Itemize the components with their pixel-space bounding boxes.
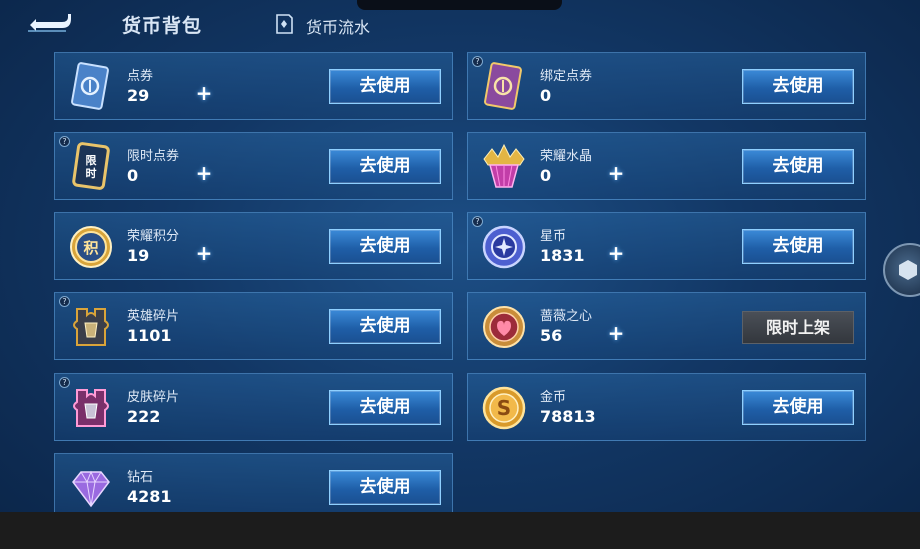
currency-name: 绑定点券 [540,69,593,84]
use-bound-ticket-button[interactable]: 去使用 [742,69,854,104]
currency-card-diamond: 钻石 4281 去使用 [54,453,453,521]
glory-crystal-icon [483,143,525,188]
glory-points-coin-icon: 积 [70,226,112,268]
currency-amount: 19 [127,246,150,265]
currency-name: 金币 [540,390,567,405]
currency-amount: 56 [540,326,563,345]
use-skin-fragment-button[interactable]: 去使用 [329,390,441,425]
page-title: 货币背包 [122,15,203,37]
use-hero-fragment-button[interactable]: 去使用 [329,309,441,344]
bottom-bar [0,512,920,549]
currency-name: 点券 [127,69,154,84]
add-ticket-button[interactable]: + [193,82,215,104]
use-diamond-button[interactable]: 去使用 [329,470,441,505]
currency-name: 星币 [540,229,567,244]
currency-card-hero-fragment: ? 英雄碎片 1101 去使用 [54,292,453,360]
currency-card-skin-fragment: ? 皮肤碎片 222 去使用 [54,373,453,441]
currency-card-gold-coin: S 金币 78813 去使用 [467,373,866,441]
currency-card-glory-points: 积 荣耀积分 19 + 去使用 [54,212,453,280]
currency-name: 皮肤碎片 [127,390,180,405]
currency-amount: 222 [127,407,161,426]
limited-ticket-icon: 限 时 [72,142,110,190]
svg-text:时: 时 [86,166,97,180]
currency-card-ticket: 点券 29 + 去使用 [54,52,453,120]
svg-text:S: S [497,396,511,420]
back-button[interactable] [22,8,74,38]
currency-card-bound-ticket: ? 绑定点券 0 去使用 [467,52,866,120]
currency-card-glory-crystal: 荣耀水晶 0 + 去使用 [467,132,866,200]
currency-flow-label: 货币流水 [306,18,371,37]
gold-coin-icon: S [482,386,526,430]
currency-amount: 4281 [127,487,172,506]
back-arrow-icon [28,14,71,32]
currency-name: 英雄碎片 [127,309,180,324]
use-limited-ticket-button[interactable]: 去使用 [329,149,441,184]
currency-name: 蔷薇之心 [540,309,593,324]
currency-amount: 0 [127,166,139,185]
header: 货币背包 货币流水 [0,0,920,48]
add-star-coin-button[interactable]: + [605,242,627,264]
currency-name: 钻石 [127,470,154,485]
currency-name: 荣耀水晶 [540,149,593,164]
currency-amount: 0 [540,86,552,105]
rose-heart-coin-icon [483,306,525,348]
star-coin-icon [482,225,526,269]
diamond-icon [72,470,110,508]
svg-text:限: 限 [86,153,97,167]
add-glory-crystal-button[interactable]: + [605,162,627,184]
skin-fragment-icon [73,389,109,427]
currency-card-star-coin: ? 星币 1831 + 去使用 [467,212,866,280]
currency-amount: 29 [127,86,150,105]
currency-name: 荣耀积分 [127,229,180,244]
currency-name: 限时点券 [127,149,180,164]
ticket-card-icon [71,62,109,110]
add-rose-heart-button[interactable]: + [605,322,627,344]
hexagon-icon [899,260,917,280]
use-star-coin-button[interactable]: 去使用 [742,229,854,264]
add-glory-points-button[interactable]: + [193,242,215,264]
currency-card-limited-ticket: ? 限 时 限时点券 0 + 去使用 [54,132,453,200]
bound-ticket-card-icon [484,62,522,110]
use-gold-coin-button[interactable]: 去使用 [742,390,854,425]
currency-amount: 0 [540,166,552,185]
currency-amount: 78813 [540,407,596,426]
currency-card-rose-heart: 蔷薇之心 56 + 限时上架 [467,292,866,360]
svg-text:积: 积 [83,239,98,257]
use-glory-crystal-button[interactable]: 去使用 [742,149,854,184]
flow-record-icon [276,14,293,34]
currency-amount: 1101 [127,326,172,345]
use-glory-points-button[interactable]: 去使用 [329,229,441,264]
floating-assist-button[interactable] [883,243,920,297]
currency-amount: 1831 [540,246,585,265]
use-ticket-button[interactable]: 去使用 [329,69,441,104]
hero-fragment-icon [73,308,109,346]
limited-listing-button[interactable]: 限时上架 [742,311,854,344]
add-limited-ticket-button[interactable]: + [193,162,215,184]
